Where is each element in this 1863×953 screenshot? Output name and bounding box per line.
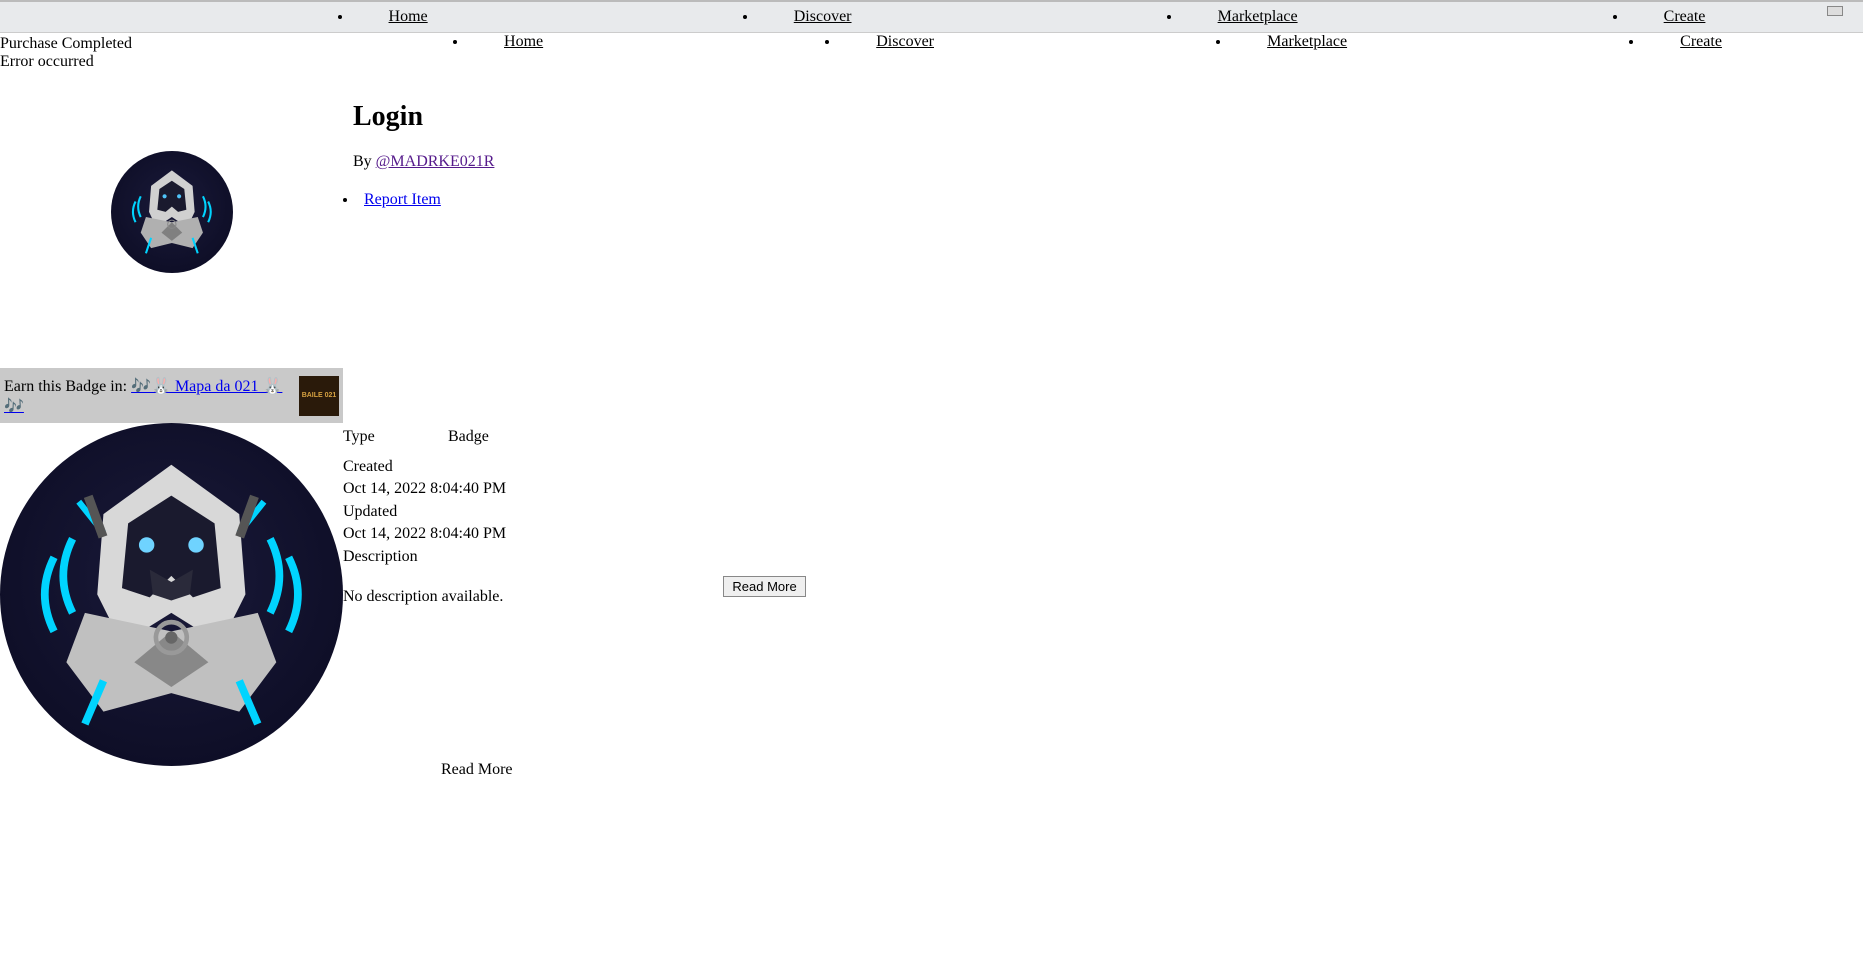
nav2-create[interactable]: Create [1680,33,1722,50]
nav-discover[interactable]: Discover [794,8,852,25]
nav-marketplace[interactable]: Marketplace [1218,8,1298,25]
badge-earn-bar: Earn this Badge in: 🎶🐰 Mapa da 021 🐰🎶 BA… [0,368,343,423]
badge-prefix: Earn this Badge in: [4,378,131,395]
description-value: No description available. [343,588,503,606]
error-status: Error occurred [0,53,1863,71]
hooded-figure-icon [120,160,224,264]
primary-navbar: Home Discover Marketplace Create [0,0,1863,33]
nav2-marketplace[interactable]: Marketplace [1267,33,1347,50]
nav-home[interactable]: Home [389,8,428,25]
item-details: Type Badge Created Oct 14, 2022 8:04:40 … [343,423,806,779]
nav2-discover[interactable]: Discover [876,33,934,50]
created-value: Oct 14, 2022 8:04:40 PM [343,478,806,500]
nav-create[interactable]: Create [1664,8,1706,25]
author-prefix: By [353,153,376,170]
hooded-figure-large-icon [17,440,326,749]
badge-source-thumbnail[interactable]: BAILE 021 [299,376,339,416]
updated-label: Updated [343,501,806,523]
purchase-status: Purchase Completed [0,33,132,53]
report-item-link[interactable]: Report Item [364,191,441,208]
read-more-button[interactable]: Read More [723,576,805,597]
author-link[interactable]: @MADRKE021R [376,153,495,170]
item-thumbnail [0,71,343,273]
page-title: Login [353,101,494,133]
nav2-home[interactable]: Home [504,33,543,50]
type-label: Type [343,428,448,446]
description-label: Description [343,546,806,568]
item-large-image [0,423,343,766]
status-messages: Purchase Completed Home Discover Marketp… [0,33,1863,71]
read-more-text: Read More [441,761,806,779]
updated-value: Oct 14, 2022 8:04:40 PM [343,523,806,545]
type-value: Badge [448,428,489,446]
created-label: Created [343,456,806,478]
menu-icon[interactable] [1827,6,1843,16]
main-info: Login By @MADRKE021R Report Item [343,71,494,209]
